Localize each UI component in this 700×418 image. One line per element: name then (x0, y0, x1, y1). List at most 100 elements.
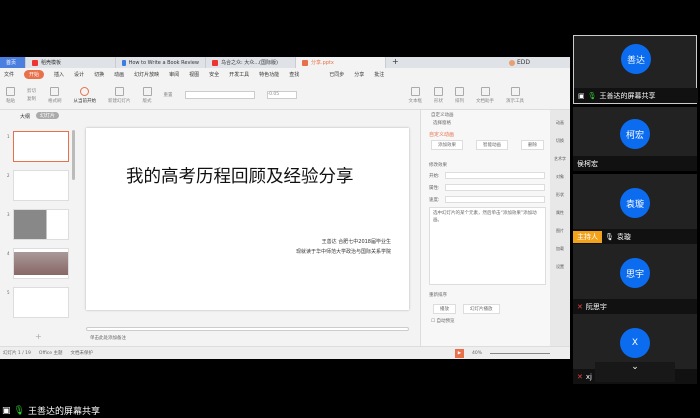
notes-placeholder[interactable]: 单击此处添加备注 (90, 335, 126, 341)
cut-button[interactable]: 剪切 复制 (27, 88, 36, 102)
user-name[interactable]: EDD (517, 59, 530, 66)
menu-animation[interactable]: 动画 (114, 71, 124, 78)
participant-name: 侯柯宏 (577, 159, 598, 168)
animation-list[interactable]: 选中幻灯片的某个元素，然后单击“添加效果”添加动画。 (429, 207, 546, 285)
font-name-select[interactable] (184, 91, 255, 99)
delete-button[interactable]: 删除 (521, 140, 544, 150)
pane-header[interactable]: 自定义动画 (431, 112, 454, 118)
menu-review[interactable]: 审阅 (169, 71, 179, 78)
protect-status[interactable]: 文档未保护 (70, 350, 93, 356)
screen-share-icon: ▣ (2, 405, 11, 416)
menu-developer[interactable]: 开发工具 (229, 71, 249, 78)
participant-tile[interactable]: X ✕ xj ⌄ (573, 314, 697, 384)
participant-label: ▣ 🎙 王善达的屏幕共享 (574, 88, 698, 103)
format-painter-button[interactable]: 格式刷 (48, 86, 62, 104)
horizontal-scrollbar[interactable] (86, 327, 409, 331)
play-icon[interactable]: ▶ (454, 348, 464, 358)
slide-thumb-3[interactable] (13, 209, 69, 240)
chevron-down-icon[interactable]: ⌄ (595, 362, 675, 382)
speed-select[interactable] (445, 196, 545, 203)
tab-label: 乌合之众: 大众...(国际版) (221, 60, 278, 66)
shape-button[interactable]: 形状 (434, 86, 443, 104)
sidebar-transition[interactable]: 切换 (556, 138, 564, 144)
menu-security[interactable]: 安全 (209, 71, 219, 78)
tab-home[interactable]: 首页 (0, 57, 26, 68)
tab-doc[interactable]: How to Write a Book Review (116, 57, 206, 68)
property-select[interactable] (445, 184, 545, 191)
menu-view[interactable]: 视图 (189, 71, 199, 78)
sidebar-wordart[interactable]: 艺术字 (554, 156, 566, 162)
slide-canvas[interactable]: 我的高考历程回顾及经验分享 王善达 合肥七中2018届毕业生 现就读于华中师范大… (86, 128, 409, 310)
wps-tab-bar: 首页 稻壳模板 How to Write a Book Review 乌合之众:… (0, 57, 570, 68)
font-size-select[interactable]: -0.05 (266, 91, 297, 99)
sidebar-picture[interactable]: 图片 (556, 228, 564, 234)
slide-thumb-1[interactable] (13, 131, 69, 162)
paste-button[interactable]: 粘贴 (6, 86, 15, 104)
avatar: 柯宏 (620, 119, 650, 149)
add-slide-icon[interactable]: + (35, 332, 42, 341)
tab-pptx[interactable]: 分享.pptx (296, 57, 386, 68)
tab-label: 稻壳模板 (41, 60, 62, 66)
theme-name: Office 主题 (38, 351, 63, 356)
smart-animation-button[interactable]: 智能动画 (476, 140, 508, 150)
play-button[interactable]: 播放 (433, 304, 456, 314)
reorder-label: 重新排序 (429, 293, 447, 298)
label: 形状 (434, 98, 443, 104)
menu-design[interactable]: 设计 (74, 71, 84, 78)
new-tab-icon[interactable]: + (392, 57, 399, 68)
doc-assistant-button[interactable]: 文档助手 (476, 86, 494, 104)
participant-tile[interactable]: 善达 ▣ 🎙 王善达的屏幕共享 (573, 35, 698, 104)
tab-pdf[interactable]: 乌合之众: 大众...(国际版) (206, 57, 296, 68)
slide-number: 5 (7, 290, 10, 295)
thumb-scrollbar[interactable] (72, 130, 75, 180)
slide-thumb-5[interactable] (13, 287, 69, 318)
reset-button[interactable]: 重置 (164, 92, 173, 98)
sidebar-shape[interactable]: 形状 (556, 192, 564, 198)
participant-tile[interactable]: 柯宏 侯柯宏 (573, 107, 697, 171)
add-effect-button[interactable]: 添加效果 (431, 140, 463, 150)
sidebar-load[interactable]: 加载 (556, 246, 564, 252)
sidebar-property[interactable]: 属性 (556, 210, 564, 216)
zoom-level[interactable]: 40% (472, 351, 482, 356)
tab-slides[interactable]: 幻灯片 (36, 112, 60, 119)
docer-icon (32, 59, 38, 66)
mic-muted-icon: ✕ (577, 302, 583, 311)
tab-docer[interactable]: 稻壳模板 (26, 57, 116, 68)
comment-button[interactable]: 批注 (374, 71, 384, 78)
layout-button[interactable]: 版式 (142, 86, 152, 104)
sidebar-settings[interactable]: 设置 (556, 264, 564, 270)
new-slide-button[interactable]: 新建幻灯片 (108, 86, 131, 104)
slide-thumb-4[interactable] (13, 248, 69, 279)
menu-slideshow[interactable]: 幻灯片放映 (134, 71, 159, 78)
play-from-current-button[interactable]: 从当前开始 (74, 86, 96, 104)
menu-file[interactable]: 文件 (4, 71, 14, 78)
slide-count: 幻灯片 1 / 19 (3, 351, 31, 356)
share-button[interactable]: 分享 (354, 71, 364, 78)
menu-features[interactable]: 特色功能 (259, 71, 279, 78)
arrange-button[interactable]: 排列 (455, 86, 464, 104)
label: 文档助手 (476, 98, 494, 104)
host-badge: 主持人 (573, 230, 602, 243)
sidebar-object[interactable]: 对象 (556, 174, 564, 180)
slideshow-button[interactable]: 幻灯片播放 (463, 304, 500, 314)
participant-tile[interactable]: 思宇 ✕ 阮思宇 (573, 244, 697, 314)
selection-pane-link[interactable]: 选择窗格 (433, 120, 451, 126)
menu-transition[interactable]: 切换 (94, 71, 104, 78)
sync-status[interactable]: 已同步 (329, 71, 344, 78)
menu-search[interactable]: 查找 (289, 71, 299, 78)
menu-insert[interactable]: 插入 (54, 71, 64, 78)
zoom-slider[interactable] (490, 352, 550, 354)
presentation-tools-button[interactable]: 演示工具 (506, 86, 524, 104)
tab-outline[interactable]: 大纲 (20, 113, 30, 120)
autopreview-checkbox[interactable]: ☐ 自动预览 (431, 318, 454, 324)
menu-home[interactable]: 开始 (24, 70, 45, 79)
start-select[interactable] (445, 172, 545, 179)
avatar: X (620, 328, 650, 358)
sidebar-animation[interactable]: 动画 (556, 120, 564, 126)
slide-thumb-2[interactable] (13, 170, 69, 201)
participant-tile[interactable]: 袁璇 主持人 🎙 袁璇 (573, 174, 697, 244)
label: 排列 (455, 98, 464, 104)
textbox-button[interactable]: 文本框 (408, 86, 423, 104)
label: 文本框 (408, 98, 423, 104)
slide-number: 2 (7, 173, 10, 178)
